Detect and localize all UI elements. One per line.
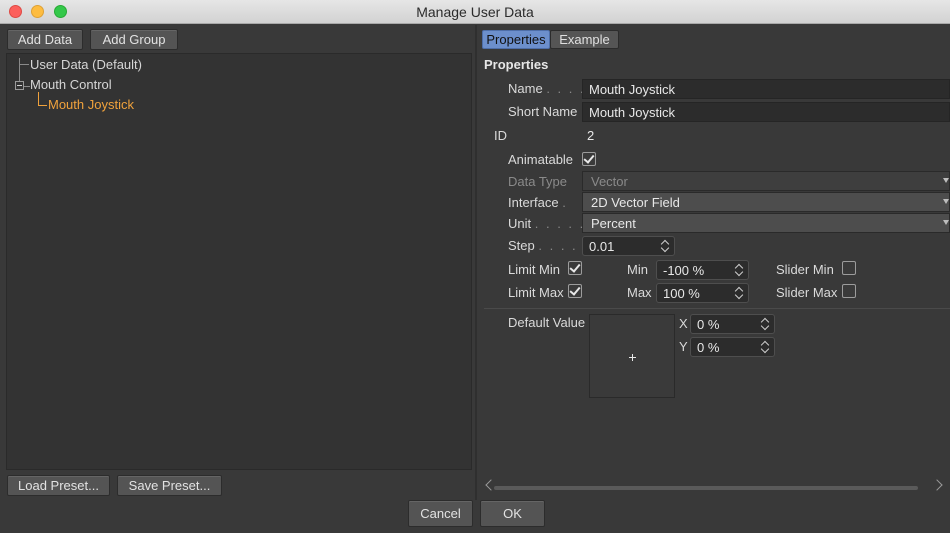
crosshair-icon[interactable] xyxy=(629,354,637,362)
name-label: Name . . . . xyxy=(508,81,586,96)
animatable-checkbox[interactable] xyxy=(582,152,596,166)
min-stepper[interactable]: -100 % xyxy=(656,260,749,280)
y-label: Y xyxy=(679,339,688,354)
tree-item-mouth-control[interactable]: Mouth Control xyxy=(30,77,112,92)
add-data-button[interactable]: Add Data xyxy=(7,29,83,50)
tab-properties[interactable]: Properties xyxy=(482,30,550,49)
stepper-arrows-icon[interactable] xyxy=(662,239,670,253)
user-data-tree[interactable]: User Data (Default) Mouth Control Mouth … xyxy=(6,53,472,470)
horizontal-scrollbar[interactable] xyxy=(494,486,918,490)
cancel-button[interactable]: Cancel xyxy=(408,500,473,527)
id-value: 2 xyxy=(587,128,595,143)
min-label: Min xyxy=(627,262,648,277)
y-stepper[interactable]: 0 % xyxy=(690,337,775,357)
save-preset-button[interactable]: Save Preset... xyxy=(117,475,222,496)
data-type-value: Vector xyxy=(591,173,628,189)
stepper-arrows-icon[interactable] xyxy=(736,263,744,277)
tree-connector xyxy=(38,92,39,105)
slider-min-label: Slider Min xyxy=(776,262,834,277)
slider-max-checkbox[interactable] xyxy=(842,284,856,298)
panel-divider[interactable] xyxy=(475,25,477,500)
tree-item-mouth-joystick[interactable]: Mouth Joystick xyxy=(48,97,134,112)
ok-button[interactable]: OK xyxy=(480,500,545,527)
max-value: 100 % xyxy=(663,285,700,301)
max-stepper[interactable]: 100 % xyxy=(656,283,749,303)
interface-label: Interface . xyxy=(508,195,568,210)
tree-connector xyxy=(19,64,29,65)
unit-label: Unit . . . . . xyxy=(508,216,586,231)
max-label: Max xyxy=(627,285,652,300)
data-type-select: Vector xyxy=(582,171,950,191)
animatable-label: Animatable xyxy=(508,152,574,167)
step-label: Step . . . . xyxy=(508,238,578,253)
limit-min-checkbox[interactable] xyxy=(568,261,582,275)
chevron-down-icon xyxy=(943,199,949,204)
title-bar: Manage User Data xyxy=(0,0,950,24)
data-type-label: Data Type xyxy=(508,174,568,189)
stepper-arrows-icon[interactable] xyxy=(736,286,744,300)
short-name-label: Short Name xyxy=(508,104,578,119)
vector-field-pad[interactable] xyxy=(589,314,675,398)
interface-select[interactable]: 2D Vector Field xyxy=(582,192,950,212)
add-group-button[interactable]: Add Group xyxy=(90,29,178,50)
section-separator xyxy=(484,308,950,309)
tree-connector xyxy=(38,105,47,106)
step-stepper[interactable]: 0.01 xyxy=(582,236,675,256)
scroll-right-icon[interactable] xyxy=(931,479,943,491)
x-value: 0 % xyxy=(697,316,720,332)
min-value: -100 % xyxy=(663,262,705,278)
window-title: Manage User Data xyxy=(416,4,534,20)
limit-max-checkbox[interactable] xyxy=(568,284,582,298)
stepper-arrows-icon[interactable] xyxy=(762,317,770,331)
unit-value: Percent xyxy=(591,215,636,231)
chevron-down-icon xyxy=(943,178,949,183)
slider-min-checkbox[interactable] xyxy=(842,261,856,275)
short-name-field[interactable]: Mouth Joystick xyxy=(582,102,950,122)
limit-min-label: Limit Min xyxy=(508,262,561,277)
tab-example[interactable]: Example xyxy=(550,30,619,49)
stepper-arrows-icon[interactable] xyxy=(762,340,770,354)
id-label: ID xyxy=(494,128,507,143)
load-preset-button[interactable]: Load Preset... xyxy=(7,475,110,496)
tree-item-user-data-default[interactable]: User Data (Default) xyxy=(30,57,142,72)
properties-heading: Properties xyxy=(484,57,549,72)
limit-max-label: Limit Max xyxy=(508,285,564,300)
default-value-label: Default Value xyxy=(508,315,586,330)
x-label: X xyxy=(679,316,688,331)
y-value: 0 % xyxy=(697,339,720,355)
manage-user-data-window: Manage User Data Add Data Add Group User… xyxy=(0,0,950,533)
unit-select[interactable]: Percent xyxy=(582,213,950,233)
interface-value: 2D Vector Field xyxy=(591,194,680,210)
collapse-group-icon[interactable] xyxy=(15,81,24,90)
slider-max-label: Slider Max xyxy=(776,285,838,300)
chevron-down-icon xyxy=(943,220,949,225)
x-stepper[interactable]: 0 % xyxy=(690,314,775,334)
step-value: 0.01 xyxy=(589,238,615,254)
name-field[interactable]: Mouth Joystick xyxy=(582,79,950,99)
